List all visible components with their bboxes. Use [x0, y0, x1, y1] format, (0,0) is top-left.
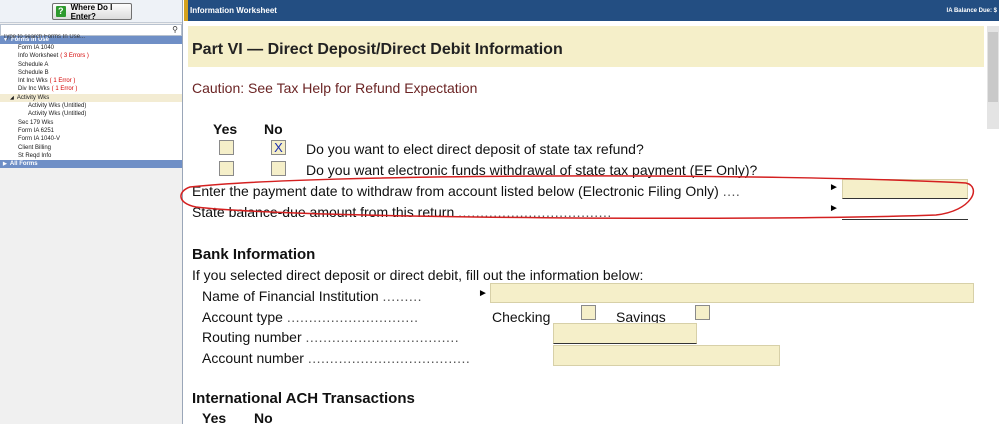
forms-tree: Form IA 1040 Info Worksheet( 3 Errors ) …	[0, 44, 182, 161]
expand-icon[interactable]: ▶	[3, 160, 7, 168]
arrow-right-icon: ►	[829, 203, 839, 214]
form-title-bar: Information Worksheet IA Balance Due: $	[184, 0, 999, 21]
tree-item[interactable]: Form IA 6251	[0, 127, 182, 135]
payment-date-label-text: Enter the payment date to withdraw from …	[192, 183, 719, 199]
leader-dots: ..............................	[286, 309, 419, 325]
search-icon[interactable]: ⚲	[172, 25, 178, 35]
bank-info-intro: If you selected direct deposit or direct…	[192, 267, 644, 283]
intl-yes-header: Yes	[202, 410, 227, 424]
tree-item-label: Activity Wks	[16, 94, 50, 101]
checking-label: Checking	[492, 309, 551, 325]
account-type-label-text: Account type	[202, 309, 283, 325]
payment-date-input[interactable]	[842, 179, 968, 199]
leader-dots: .........	[382, 288, 423, 304]
tree-item[interactable]: Client Billing	[0, 144, 182, 152]
savings-checkbox[interactable]	[695, 305, 710, 320]
bank-info-heading: Bank Information	[192, 246, 316, 263]
part-header: Part VI — Direct Deposit/Direct Debit In…	[188, 26, 984, 67]
direct-deposit-question: Do you want to elect direct deposit of s…	[306, 141, 644, 157]
direct-deposit-yes-checkbox[interactable]	[219, 140, 234, 155]
tree-item-label: Sec 179 Wks	[18, 119, 54, 126]
where-do-i-enter-button[interactable]: ? Where Do I Enter?	[52, 2, 132, 21]
tree-item-label: Div Inc Wks	[18, 86, 50, 93]
checking-checkbox[interactable]	[581, 305, 596, 320]
tree-item[interactable]: St Reqd Info	[0, 152, 182, 160]
tree-item[interactable]: Sec 179 Wks	[0, 119, 182, 127]
scrollbar[interactable]	[987, 26, 999, 129]
tree-item-label: Int Inc Wks	[18, 78, 48, 85]
financial-institution-input[interactable]	[490, 283, 974, 303]
routing-number-label-text: Routing number	[202, 329, 302, 345]
error-count: ( 1 Error )	[51, 86, 78, 93]
leader-dots: ...................................	[458, 204, 612, 220]
help-icon: ?	[56, 6, 66, 17]
scrollbar-thumb[interactable]	[988, 32, 998, 102]
tree-item-label: Form IA 6251	[18, 127, 55, 134]
tree-item[interactable]: Div Inc Wks( 1 Error )	[0, 85, 182, 93]
financial-institution-label-text: Name of Financial Institution	[202, 288, 379, 304]
balance-due-label: State balance-due amount from this retur…	[192, 204, 612, 220]
intl-ach-heading: International ACH Transactions	[192, 390, 415, 407]
tree-item[interactable]: Int Inc Wks( 1 Error )	[0, 77, 182, 85]
caution-text: Caution: See Tax Help for Refund Expecta…	[192, 80, 478, 96]
tree-item-label: St Reqd Info	[18, 152, 52, 159]
account-number-label-text: Account number	[202, 350, 304, 366]
direct-deposit-no-checkbox[interactable]: X	[271, 140, 286, 155]
where-do-i-enter-toolbar: ? Where Do I Enter?	[0, 0, 182, 23]
routing-number-input[interactable]	[553, 323, 697, 344]
tree-item-activity-wks[interactable]: ◢ Activity Wks	[0, 93, 182, 103]
tree-item[interactable]: Activity Wks (Untitled)	[0, 102, 182, 110]
routing-number-label: Routing number .........................…	[202, 329, 459, 345]
tree-item[interactable]: Form IA 1040-V	[0, 135, 182, 143]
forms-sidebar: ? Where Do I Enter? ⚲ ▼ Forms In Use For…	[0, 0, 183, 424]
form-pane: Information Worksheet IA Balance Due: $ …	[180, 0, 999, 424]
tree-item-label: Activity Wks (Untitled)	[28, 103, 87, 110]
balance-due-indicator: IA Balance Due: $	[946, 7, 997, 14]
tree-item-label: Client Billing	[18, 144, 52, 151]
error-count: ( 1 Error )	[49, 78, 76, 85]
leader-dots: .....................................	[307, 350, 471, 366]
error-count: ( 3 Errors )	[60, 53, 89, 60]
where-do-i-enter-label: Where Do I Enter?	[70, 2, 113, 21]
payment-date-label: Enter the payment date to withdraw from …	[192, 183, 740, 199]
form-document: Part VI — Direct Deposit/Direct Debit In…	[180, 21, 999, 424]
balance-due-value	[842, 201, 968, 220]
ef-withdrawal-question: Do you want electronic funds withdrawal …	[306, 162, 758, 178]
tree-item[interactable]: Info Worksheet( 3 Errors )	[0, 52, 182, 60]
intl-no-header: No	[254, 410, 273, 424]
account-number-label: Account number .........................…	[202, 350, 470, 366]
window-title: Information Worksheet	[190, 6, 277, 15]
arrow-right-icon: ►	[478, 288, 488, 299]
yes-header: Yes	[213, 121, 238, 137]
no-header: No	[264, 121, 283, 137]
tree-item[interactable]: Form IA 1040	[0, 44, 182, 52]
page-title: Part VI — Direct Deposit/Direct Debit In…	[192, 41, 563, 58]
tree-item-label: Form IA 1040-V	[18, 136, 61, 143]
tree-item-label: Schedule A	[18, 61, 49, 68]
balance-due-label-text: State balance-due amount from this retur…	[192, 204, 455, 220]
expand-icon[interactable]: ◢	[10, 95, 14, 101]
arrow-right-icon: ►	[829, 182, 839, 193]
tree-item[interactable]: Schedule B	[0, 69, 182, 77]
financial-institution-label: Name of Financial Institution .........	[202, 288, 422, 304]
leader-dots: ....	[722, 183, 741, 199]
tree-item[interactable]: Schedule A	[0, 61, 182, 69]
ef-withdrawal-no-checkbox[interactable]	[271, 161, 286, 176]
account-type-label: Account type ...........................…	[202, 309, 419, 325]
tree-item-label: Activity Wks (Untitled)	[28, 111, 87, 118]
ef-withdrawal-yes-checkbox[interactable]	[219, 161, 234, 176]
forms-search-box: ⚲	[0, 24, 182, 42]
group-all-forms[interactable]: ▶ All Forms	[0, 160, 182, 169]
group-all-forms-label: All Forms	[9, 161, 38, 168]
tree-item-label: Schedule B	[18, 69, 49, 76]
tree-item-label: Form IA 1040	[18, 45, 55, 51]
leader-dots: ...................................	[305, 329, 460, 345]
account-number-input[interactable]	[553, 345, 780, 366]
forms-search-input[interactable]	[1, 32, 161, 42]
tree-item[interactable]: Activity Wks (Untitled)	[0, 110, 182, 118]
tree-item-label: Info Worksheet	[18, 53, 59, 60]
